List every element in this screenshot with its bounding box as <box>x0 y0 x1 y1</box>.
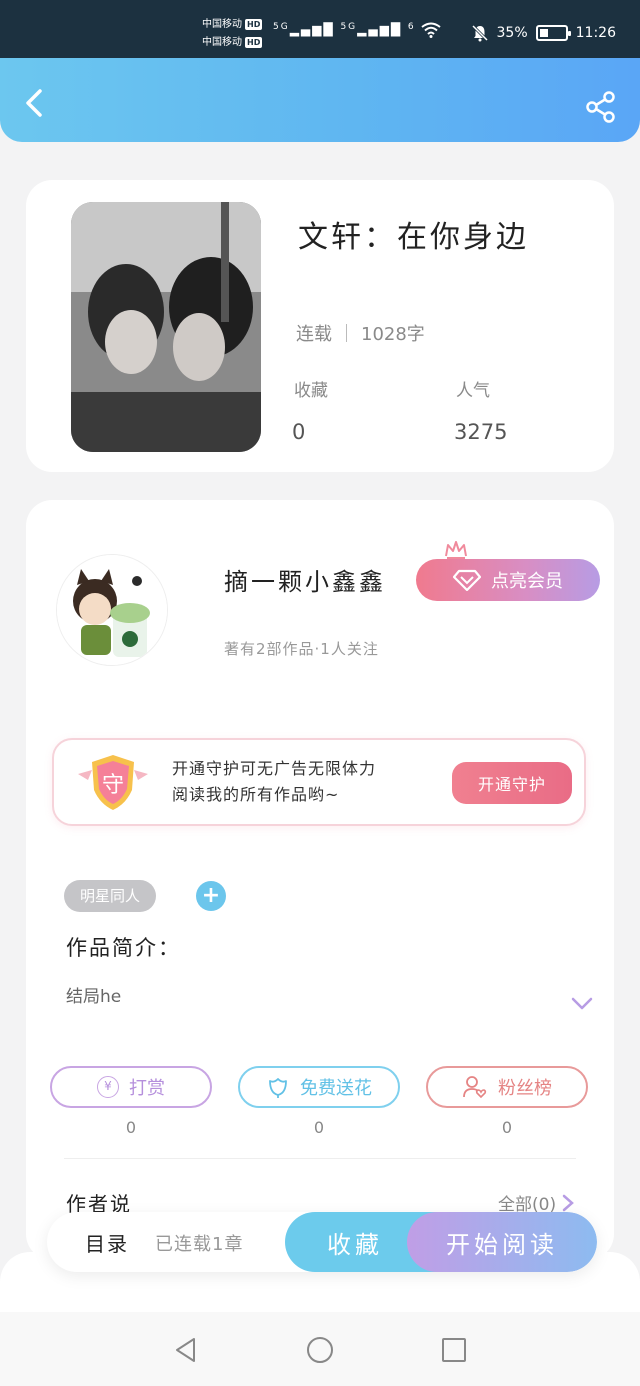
author-name[interactable]: 摘一颗小鑫鑫 <box>224 562 386 597</box>
carrier-2: 中国移动 <box>202 37 242 48</box>
nav-home-icon[interactable] <box>306 1336 334 1364</box>
vip-button[interactable]: 点亮会员 <box>416 559 600 601</box>
crown-icon <box>445 541 467 559</box>
nav-recent-icon[interactable] <box>440 1336 468 1364</box>
carrier-1: 中国移动 <box>202 19 242 30</box>
network-label-2: 5G <box>340 22 358 32</box>
favorites-value: 0 <box>292 420 306 444</box>
guard-text-line1: 开通守护可无广告无限体力 <box>172 759 377 778</box>
book-title: 文轩：在你身边 <box>298 220 529 255</box>
signal-icon-2: ▂▄▆█ <box>357 22 403 37</box>
bottom-action-bar: 目录 已连载1章 收藏 开始阅读 <box>47 1212 597 1272</box>
add-tag-button[interactable]: + <box>196 881 226 911</box>
yen-icon: ¥ <box>97 1076 119 1098</box>
chevron-right-icon <box>562 1194 574 1211</box>
signal-icons: 5G▂▄▆█ 5G▂▄▆█ 6 <box>273 22 442 38</box>
battery-icon <box>535 25 571 41</box>
battery-percent: 35% <box>496 25 528 41</box>
section-divider <box>64 1158 576 1159</box>
cover-image <box>71 202 261 452</box>
author-card: 摘一颗小鑫鑫 点亮会员 著有2部作品·1人关注 守 开通守护可无广告无限体力 阅… <box>26 500 614 1260</box>
share-icon[interactable] <box>584 90 618 124</box>
carrier-info: 中国移动 HD 中国移动 HD <box>202 16 263 52</box>
toc-button[interactable]: 目录 <box>85 1228 129 1257</box>
reward-button[interactable]: ¥ 打赏 <box>50 1066 212 1108</box>
avatar-image <box>57 555 167 665</box>
hd-badge: HD <box>245 19 263 30</box>
author-meta: 著有2部作品·1人关注 <box>224 640 379 658</box>
popularity-label: 人气 <box>456 381 490 401</box>
mute-bell-icon <box>471 24 488 42</box>
favorites-label: 收藏 <box>294 381 328 401</box>
status-right: 35% 11:26 <box>471 24 616 42</box>
battery-fill <box>539 29 548 37</box>
flower-icon <box>269 1078 287 1098</box>
serial-count: 已连载1章 <box>155 1234 244 1255</box>
network-label: 5G <box>273 22 290 32</box>
send-flower-button[interactable]: 免费送花 <box>238 1066 400 1108</box>
diamond-icon <box>453 569 481 591</box>
system-nav-bar <box>0 1312 640 1386</box>
fans-label: 粉丝榜 <box>498 1078 552 1099</box>
shield-char: 守 <box>102 773 124 798</box>
reward-count: 0 <box>125 1118 137 1137</box>
word-count: 1028字 <box>361 324 425 345</box>
intro-text: 结局he <box>66 987 122 1007</box>
flower-label: 免费送花 <box>300 1078 372 1099</box>
user-heart-icon <box>463 1076 487 1099</box>
guard-banner: 守 开通守护可无广告无限体力 阅读我的所有作品哟~ 开通守护 <box>52 738 586 826</box>
guard-text: 开通守护可无广告无限体力 阅读我的所有作品哟~ <box>172 756 376 808</box>
book-status: 连载 <box>296 324 332 345</box>
wifi-icon <box>421 22 442 38</box>
fans-count: 0 <box>501 1118 513 1137</box>
wifi-label: 6 <box>407 22 416 32</box>
back-icon[interactable] <box>20 88 50 118</box>
book-info-card: 文轩：在你身边 连载 1028字 收藏 人气 0 3275 <box>26 180 614 472</box>
nav-back-icon[interactable] <box>172 1336 200 1364</box>
chevron-down-icon[interactable] <box>570 996 594 1012</box>
book-status-row: 连载 1028字 <box>296 320 425 346</box>
flower-count: 0 <box>313 1118 325 1137</box>
signal-icon: ▂▄▆█ <box>289 22 335 37</box>
divider <box>346 324 347 342</box>
vip-button-label: 点亮会员 <box>491 571 563 592</box>
fans-rank-button[interactable]: 粉丝榜 <box>426 1066 588 1108</box>
book-cover[interactable] <box>71 202 261 452</box>
popularity-value: 3275 <box>454 420 508 444</box>
open-guard-button[interactable]: 开通守护 <box>452 762 572 804</box>
collect-label: 收藏 <box>327 1230 383 1259</box>
clock: 11:26 <box>575 25 616 41</box>
guard-shield-icon: 守 <box>78 755 148 810</box>
intro-title: 作品简介： <box>66 936 181 960</box>
status-bar: 中国移动 HD 中国移动 HD 5G▂▄▆█ 5G▂▄▆█ 6 35% 11:26 <box>0 0 640 58</box>
reward-label: 打赏 <box>129 1078 165 1099</box>
start-reading-button[interactable]: 开始阅读 <box>407 1212 597 1272</box>
tag-chip[interactable]: 明星同人 <box>64 880 157 912</box>
hd-badge-2: HD <box>245 37 263 48</box>
header-bar <box>0 58 640 142</box>
guard-text-line2: 阅读我的所有作品哟~ <box>172 785 340 804</box>
author-avatar[interactable] <box>56 554 168 666</box>
